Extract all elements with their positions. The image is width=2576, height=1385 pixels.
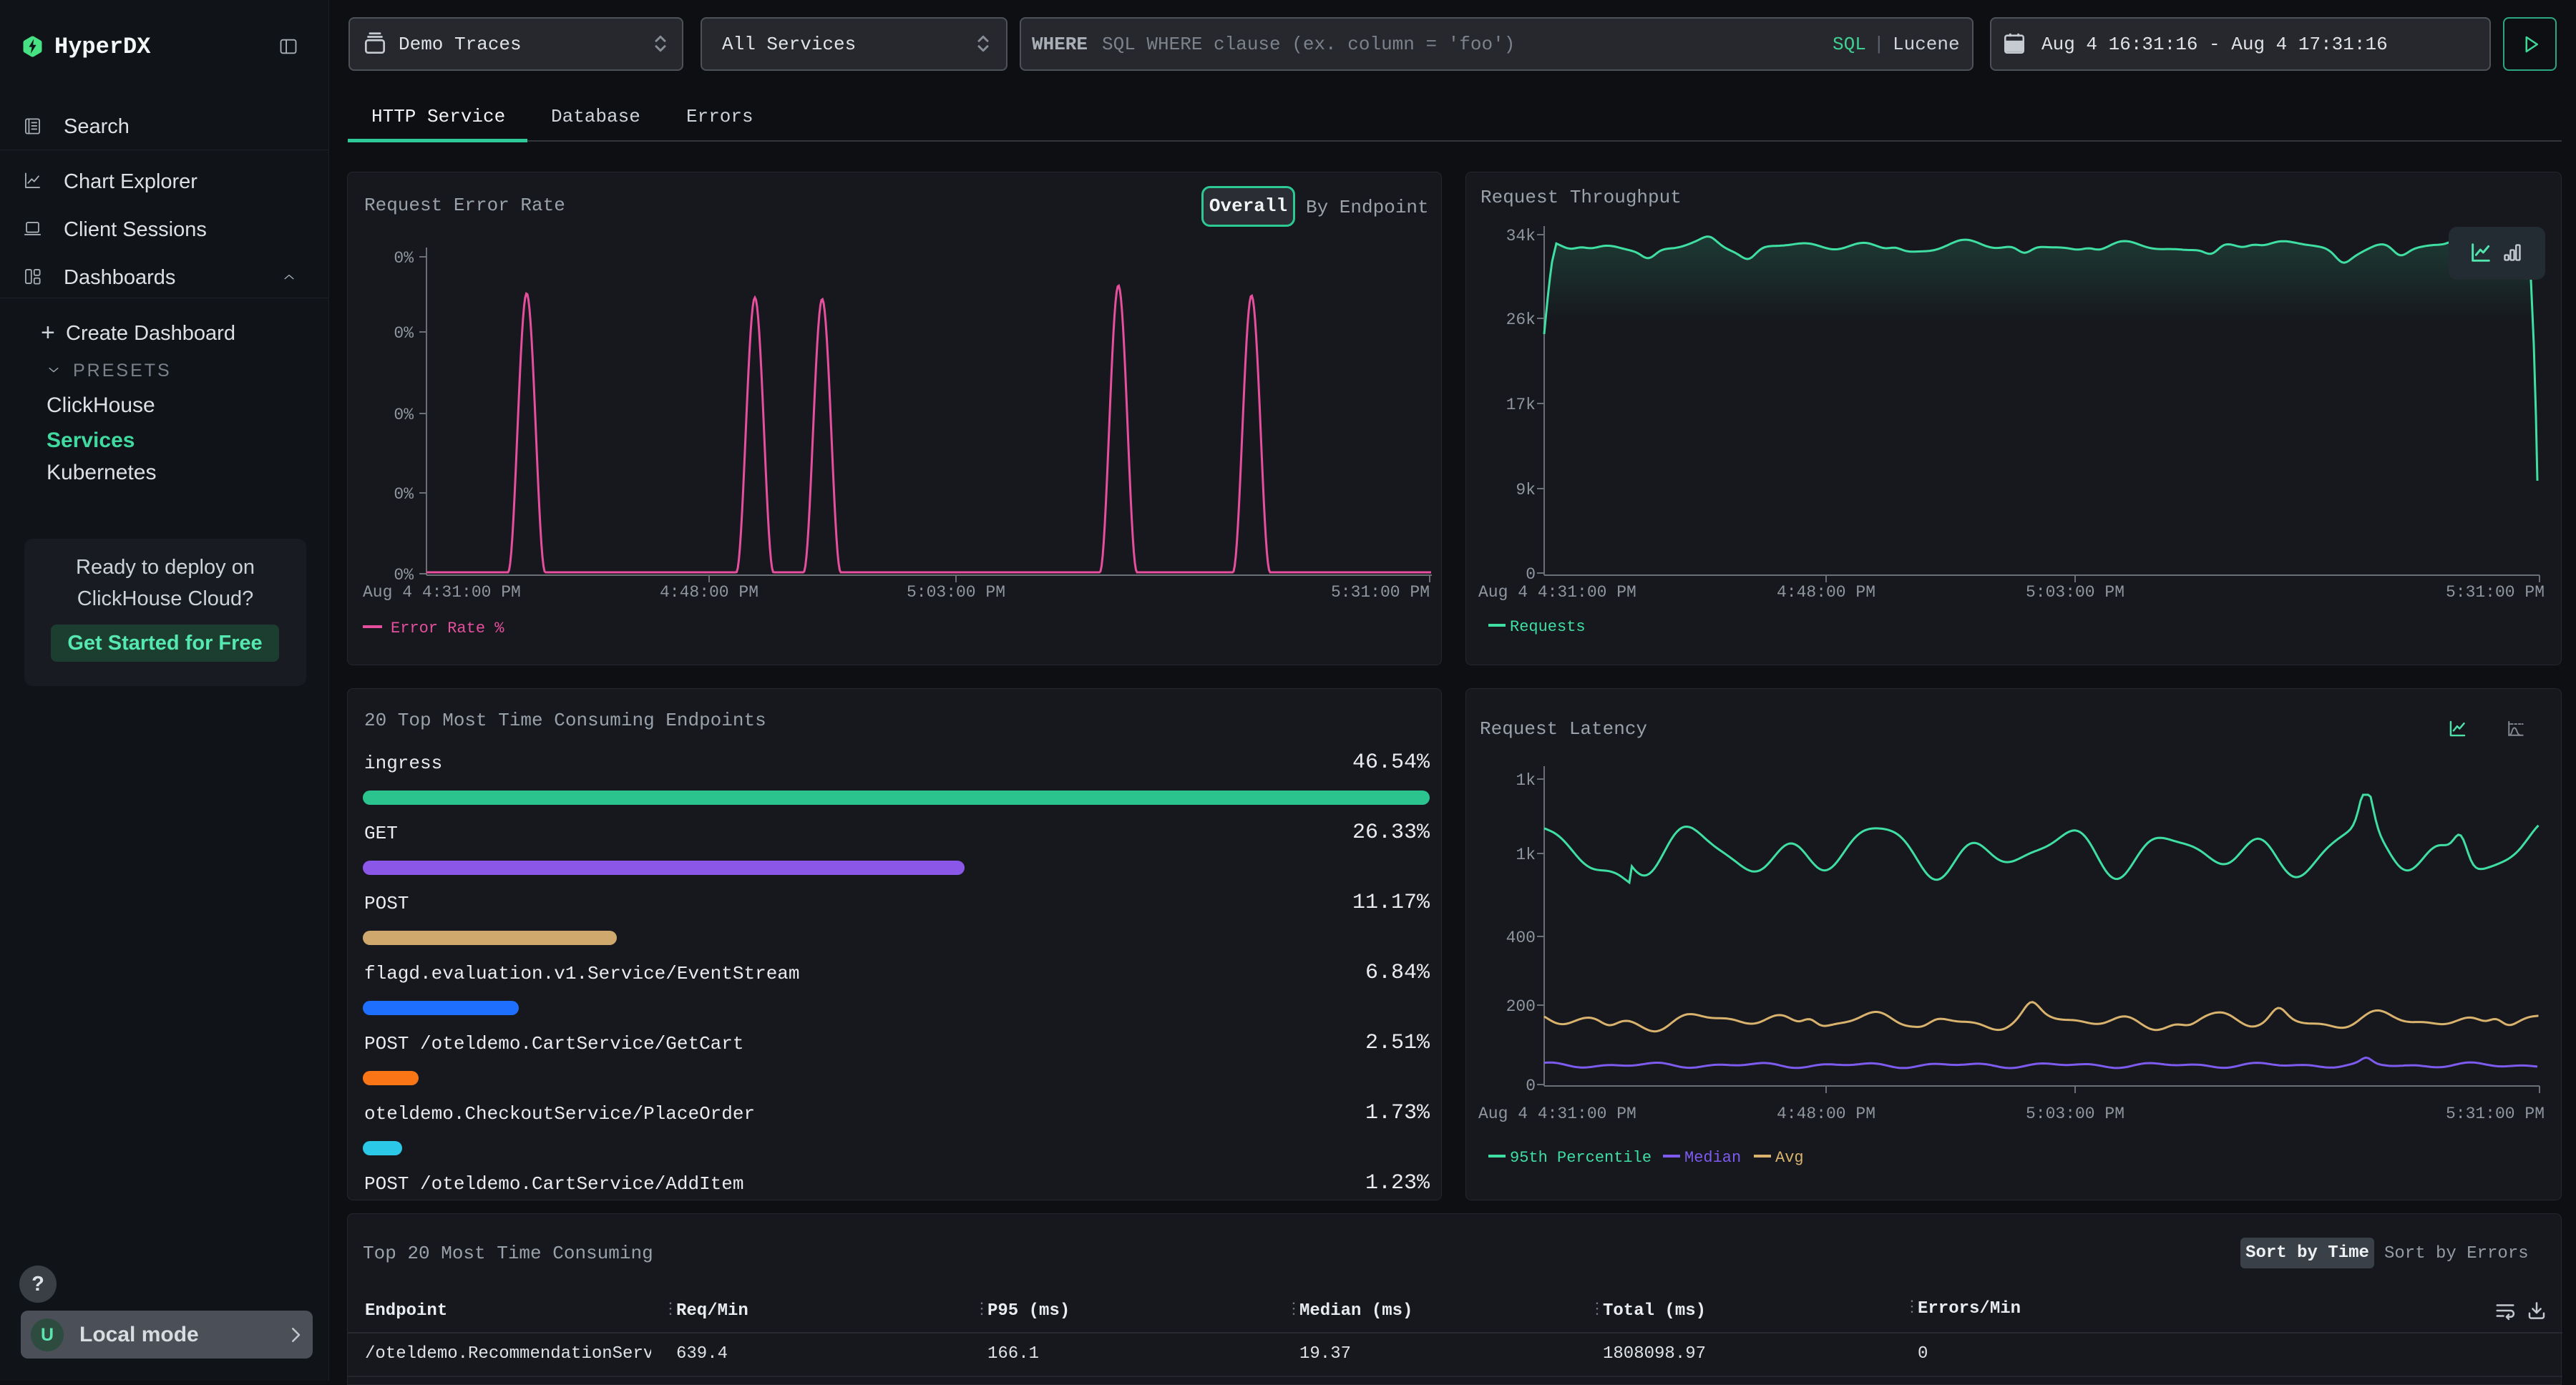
svg-text:1k: 1k	[1516, 771, 1536, 790]
svg-text:34k: 34k	[1506, 227, 1536, 245]
svg-text:17k: 17k	[1506, 396, 1536, 414]
svg-text:0%: 0%	[394, 249, 414, 268]
svg-text:5:03:00 PM: 5:03:00 PM	[2026, 1105, 2124, 1123]
svg-text:Aug 4 4:31:00 PM: Aug 4 4:31:00 PM	[1478, 583, 1636, 602]
svg-text:9k: 9k	[1516, 481, 1536, 499]
svg-text:1k: 1k	[1516, 846, 1536, 864]
svg-text:Avg: Avg	[1775, 1149, 1804, 1167]
svg-text:5:31:00 PM: 5:31:00 PM	[2446, 583, 2545, 602]
svg-text:5:03:00 PM: 5:03:00 PM	[2026, 583, 2124, 602]
svg-text:0%: 0%	[394, 324, 414, 343]
svg-text:5:03:00 PM: 5:03:00 PM	[907, 583, 1005, 602]
svg-text:95th Percentile: 95th Percentile	[1510, 1149, 1652, 1167]
svg-text:Aug 4 4:31:00 PM: Aug 4 4:31:00 PM	[1478, 1105, 1636, 1123]
svg-text:0%: 0%	[394, 406, 414, 424]
svg-text:0%: 0%	[394, 566, 414, 584]
svg-text:0: 0	[1526, 1077, 1536, 1095]
svg-text:0%: 0%	[394, 485, 414, 504]
svg-text:Error Rate %: Error Rate %	[391, 620, 504, 637]
svg-text:5:31:00 PM: 5:31:00 PM	[1331, 583, 1430, 602]
svg-text:0: 0	[1526, 565, 1536, 584]
svg-text:4:48:00 PM: 4:48:00 PM	[1777, 1105, 1875, 1123]
svg-text:Median: Median	[1684, 1149, 1741, 1167]
svg-text:Aug 4 4:31:00 PM: Aug 4 4:31:00 PM	[363, 583, 521, 602]
svg-text:200: 200	[1506, 997, 1536, 1016]
svg-text:5:31:00 PM: 5:31:00 PM	[2446, 1105, 2545, 1123]
svg-text:400: 400	[1506, 929, 1536, 947]
svg-text:26k: 26k	[1506, 310, 1536, 329]
svg-text:Requests: Requests	[1510, 618, 1586, 636]
svg-text:4:48:00 PM: 4:48:00 PM	[1777, 583, 1875, 602]
svg-text:4:48:00 PM: 4:48:00 PM	[660, 583, 758, 602]
